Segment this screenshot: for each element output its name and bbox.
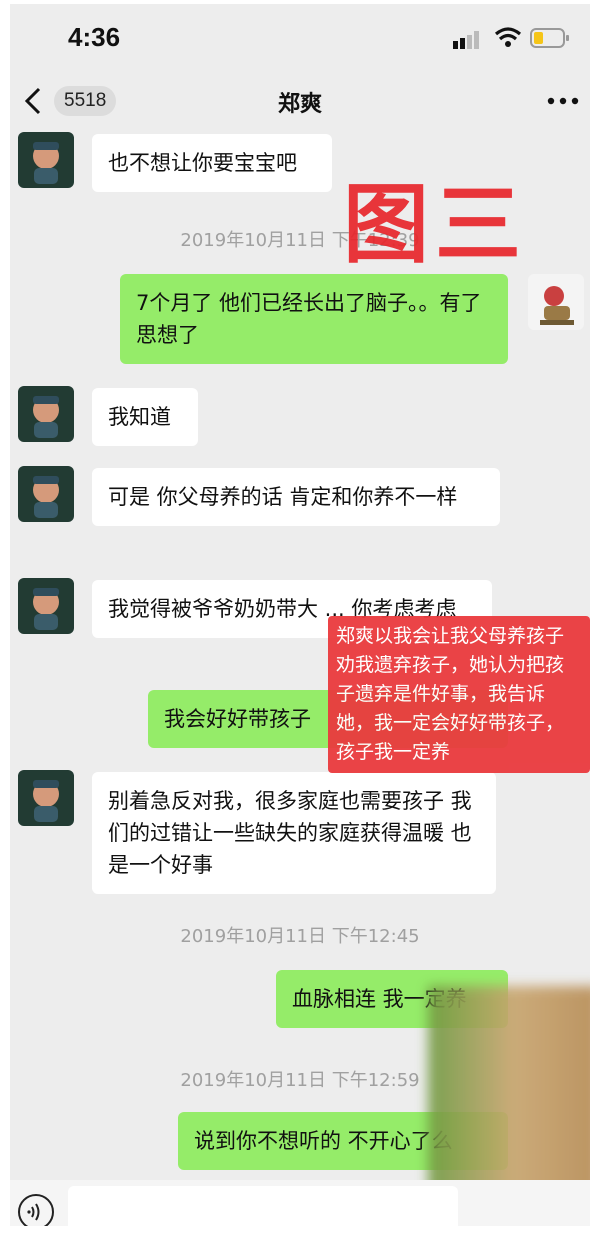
- contact-avatar[interactable]: [18, 770, 74, 826]
- figure-label-stamp: 图三: [343, 175, 527, 275]
- message-bubble-received[interactable]: 我知道: [92, 388, 198, 446]
- message-bubble-received[interactable]: 别着急反对我，很多家庭也需要孩子 我们的过错让一些缺失的家庭获得温暖 也是一个好…: [92, 772, 496, 894]
- navigation-bar: 5518 郑爽: [10, 72, 590, 134]
- contact-avatar[interactable]: [18, 132, 74, 188]
- contact-avatar[interactable]: [18, 386, 74, 442]
- input-bar: [10, 1180, 590, 1226]
- chat-screen: 4:36 5518 郑爽 也不想让你要宝宝吧 2019年10月11日 下午12:…: [10, 4, 590, 1226]
- contact-avatar[interactable]: [18, 466, 74, 522]
- status-bar: 4:36: [10, 4, 590, 72]
- message-timestamp: 2019年10月11日 下午12:45: [180, 926, 420, 947]
- cellular-signal-icon: [453, 31, 479, 49]
- status-time: 4:36: [68, 22, 121, 52]
- contact-avatar[interactable]: [18, 578, 74, 634]
- message-bubble-received[interactable]: 也不想让你要宝宝吧: [92, 134, 332, 192]
- message-bubble-sent[interactable]: 7个月了 他们已经长出了脑子。。有了思想了: [120, 274, 508, 364]
- message-bubble-received[interactable]: 可是 你父母养的话 肯定和你养不一样: [92, 468, 500, 526]
- battery-icon: [530, 28, 569, 48]
- voice-input-icon[interactable]: [18, 1194, 54, 1226]
- more-options-icon[interactable]: [546, 96, 580, 106]
- chat-title: 郑爽: [277, 92, 322, 117]
- annotation-note: 郑爽以我会让我父母养孩子劝我遗弃孩子，她认为把孩子遗弃是件好事，我告诉她，我一定…: [328, 616, 590, 773]
- message-input[interactable]: [68, 1186, 458, 1226]
- wifi-icon: [494, 27, 522, 47]
- user-avatar[interactable]: [528, 274, 584, 330]
